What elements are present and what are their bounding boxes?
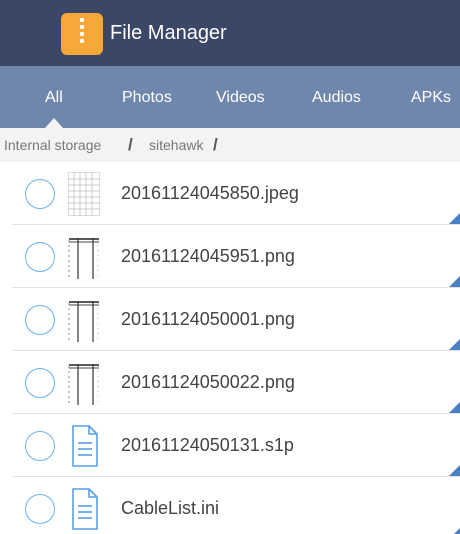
breadcrumb-separator: / [213, 135, 218, 154]
zip-archive-icon [61, 13, 103, 55]
expand-corner-icon[interactable] [448, 528, 460, 534]
select-radio[interactable] [25, 431, 55, 461]
select-radio[interactable] [25, 305, 55, 335]
file-row[interactable]: CableList.ini [0, 477, 460, 534]
select-radio[interactable] [25, 179, 55, 209]
file-name: CableList.ini [121, 498, 220, 518]
document-icon [72, 488, 98, 530]
file-row[interactable]: 20161124045951.png [0, 225, 460, 288]
document-icon [72, 425, 98, 467]
breadcrumb-internal-storage[interactable]: Internal storage [4, 128, 101, 162]
app-title: File Manager [110, 22, 227, 44]
tab-audios[interactable]: Audios [312, 89, 361, 107]
breadcrumb: Internal storage / sitehawk / [0, 128, 460, 162]
file-manager-app: File Manager All Photos Videos Audios AP… [0, 0, 460, 534]
file-name: 20161124045850.jpeg [121, 183, 299, 203]
select-radio[interactable] [25, 494, 55, 524]
select-radio[interactable] [25, 368, 55, 398]
image-grid-thumbnail-icon [68, 172, 100, 216]
tab-photos[interactable]: Photos [122, 89, 172, 107]
selected-tab-indicator [45, 118, 63, 128]
file-row[interactable]: 20161124050022.png [0, 351, 460, 414]
breadcrumb-sitehawk[interactable]: sitehawk [149, 128, 203, 162]
file-row[interactable]: 20161124050001.png [0, 288, 460, 351]
select-radio[interactable] [25, 242, 55, 272]
tab-all[interactable]: All [45, 89, 63, 107]
image-thumbnail-icon [68, 235, 100, 279]
file-name: 20161124050022.png [121, 372, 295, 392]
file-row[interactable]: 20161124050131.s1p [0, 414, 460, 477]
image-thumbnail-icon [68, 298, 100, 342]
file-row[interactable]: 20161124045850.jpeg [0, 162, 460, 225]
file-name: 20161124050131.s1p [121, 435, 294, 455]
file-name: 20161124045951.png [121, 246, 295, 266]
file-name: 20161124050001.png [121, 309, 295, 329]
category-tabs: All Photos Videos Audios APKs [0, 66, 460, 128]
tab-apks[interactable]: APKs [411, 89, 451, 107]
image-thumbnail-icon [68, 361, 100, 405]
app-bar: File Manager [0, 0, 460, 66]
breadcrumb-separator: / [128, 135, 133, 154]
tab-videos[interactable]: Videos [216, 89, 265, 107]
